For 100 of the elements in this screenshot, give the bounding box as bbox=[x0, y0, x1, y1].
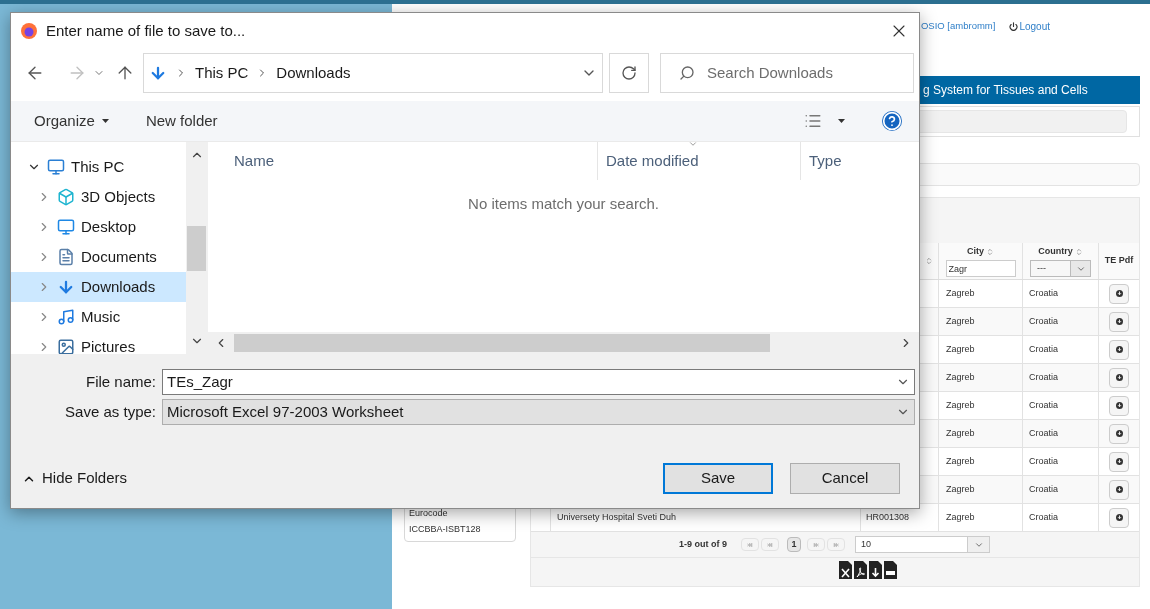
dialog-button[interactable]: Save bbox=[663, 463, 773, 494]
folder-tree-item[interactable]: Desktop bbox=[11, 212, 186, 242]
hide-folders-button[interactable]: Hide Folders bbox=[22, 467, 128, 490]
document-icon bbox=[57, 248, 75, 266]
pdf-export-icon[interactable] bbox=[854, 561, 867, 579]
table-cell-text: Croatia bbox=[1029, 314, 1058, 328]
column-header[interactable]: Type bbox=[801, 142, 919, 180]
cube-icon bbox=[57, 188, 75, 206]
picture-icon bbox=[57, 338, 75, 354]
table-cell-text: Croatia bbox=[1029, 510, 1058, 524]
folder-tree-item[interactable]: Downloads bbox=[11, 272, 186, 302]
folder-label: Music bbox=[81, 306, 121, 327]
folder-tree-item[interactable]: Music bbox=[11, 302, 186, 332]
folder-tree-item[interactable]: 3D Objects bbox=[11, 182, 186, 212]
last-page-icon bbox=[833, 542, 839, 547]
desktop-icon bbox=[57, 218, 75, 236]
download-circle-icon bbox=[1115, 290, 1123, 297]
table-cell-text: Croatia bbox=[1029, 398, 1058, 412]
organize-button[interactable]: Organize bbox=[34, 109, 109, 133]
vertical-scrollbar[interactable] bbox=[186, 142, 208, 354]
table-cell-text: Croatia bbox=[1029, 370, 1058, 384]
download-circle-icon bbox=[1115, 374, 1123, 381]
table-cell-text: Croatia bbox=[1029, 482, 1058, 496]
user-link[interactable]: OSIO [ambromm] bbox=[920, 19, 996, 34]
column-header[interactable]: Date modified bbox=[598, 142, 801, 180]
pagination-summary: 1-9 out of 9 bbox=[679, 537, 727, 551]
city-filter-field[interactable]: Zagr bbox=[945, 260, 1016, 278]
power-icon bbox=[1009, 22, 1019, 31]
help-icon[interactable] bbox=[882, 111, 902, 131]
breadcrumb-item[interactable]: Downloads bbox=[276, 61, 351, 85]
table-cell-text: Zagreb bbox=[946, 482, 975, 496]
sort-icon bbox=[986, 247, 994, 256]
download-export-icon[interactable] bbox=[869, 561, 882, 579]
folder-tree-item[interactable]: Pictures bbox=[11, 332, 186, 354]
caret-icon bbox=[101, 119, 109, 123]
caret-icon[interactable] bbox=[838, 119, 845, 123]
csv-export-icon[interactable] bbox=[884, 561, 897, 579]
folder-label: Desktop bbox=[81, 216, 137, 237]
download-circle-icon bbox=[1115, 318, 1123, 325]
table-cell-text: Universety Hospital Sveti Duh bbox=[557, 510, 677, 524]
pdf-download-button[interactable] bbox=[1109, 283, 1129, 304]
pdf-download-button[interactable] bbox=[1109, 395, 1129, 416]
pdf-download-button[interactable] bbox=[1109, 311, 1129, 332]
new-folder-button[interactable]: New folder bbox=[145, 109, 218, 133]
logout-link[interactable]: Logout bbox=[1009, 19, 1050, 34]
table-cell-text: Zagreb bbox=[946, 398, 975, 412]
table-cell-text: Zagreb bbox=[946, 370, 975, 384]
scrollbar-thumb[interactable] bbox=[187, 226, 206, 271]
empty-message: No items match your search. bbox=[468, 194, 659, 214]
column-header[interactable]: City bbox=[967, 244, 994, 259]
pdf-download-button[interactable] bbox=[1109, 479, 1129, 500]
table-cell-text: Croatia bbox=[1029, 426, 1058, 440]
column-header: TE Pdf bbox=[1104, 254, 1134, 268]
folder-tree-item[interactable]: This PC bbox=[11, 152, 186, 182]
dialog-title: Enter name of file to save to... bbox=[46, 20, 247, 41]
pdf-download-button[interactable] bbox=[1109, 507, 1129, 528]
next-page-icon bbox=[813, 542, 819, 547]
scrollbar-thumb[interactable] bbox=[234, 334, 770, 352]
pdf-download-button[interactable] bbox=[1109, 367, 1129, 388]
column-header[interactable]: Country bbox=[1038, 244, 1083, 259]
table-cell-text: Zagreb bbox=[946, 314, 975, 328]
table-cell-text: Croatia bbox=[1029, 286, 1058, 300]
music-note-icon bbox=[57, 308, 75, 326]
folder-label: Pictures bbox=[81, 336, 136, 354]
pdf-download-button[interactable] bbox=[1109, 339, 1129, 360]
folder-label: This PC bbox=[71, 156, 125, 177]
page-button[interactable]: 1 bbox=[787, 537, 801, 552]
download-circle-icon bbox=[1115, 486, 1123, 493]
country-filter-dropdown[interactable]: --- bbox=[1030, 260, 1091, 278]
column-header[interactable]: Name bbox=[208, 142, 598, 180]
file-type-dropdown[interactable]: Microsoft Excel 97-2003 Worksheet bbox=[162, 399, 915, 425]
view-options-icon[interactable] bbox=[804, 112, 822, 130]
table-cell-text: Zagreb bbox=[946, 454, 975, 468]
refresh-button[interactable] bbox=[609, 53, 649, 93]
search-field[interactable]: Search Downloads bbox=[660, 53, 914, 93]
download-circle-icon bbox=[1115, 430, 1123, 437]
download-circle-icon bbox=[1115, 346, 1123, 353]
download-circle-icon bbox=[1115, 402, 1123, 409]
download-circle-icon bbox=[1115, 458, 1123, 465]
folder-tree-item[interactable]: Documents bbox=[11, 242, 186, 272]
search-icon bbox=[679, 65, 695, 81]
field-label: Save as type: bbox=[64, 401, 157, 422]
field-label: File name: bbox=[84, 371, 157, 392]
pdf-download-button[interactable] bbox=[1109, 451, 1129, 472]
code-system-item[interactable]: ICCBBA-ISBT128 bbox=[409, 522, 511, 538]
computer-icon bbox=[47, 158, 65, 176]
breadcrumb-item[interactable]: This PC bbox=[195, 61, 249, 85]
code-system-item[interactable]: Eurocode bbox=[409, 506, 511, 522]
page-size-dropdown[interactable]: 10 bbox=[855, 536, 990, 553]
table-cell-text: HR001308 bbox=[866, 510, 910, 524]
table-cell-text: Zagreb bbox=[946, 426, 975, 440]
table-cell-text: Zagreb bbox=[946, 342, 975, 356]
folder-label: Documents bbox=[81, 246, 157, 267]
pdf-download-button[interactable] bbox=[1109, 423, 1129, 444]
refresh-icon bbox=[621, 65, 637, 81]
excel-export-icon[interactable] bbox=[839, 561, 852, 579]
dialog-button[interactable]: Cancel bbox=[790, 463, 900, 494]
address-bar[interactable]: This PC Downloads bbox=[143, 53, 603, 93]
horizontal-scrollbar[interactable] bbox=[208, 332, 919, 354]
folder-label: Downloads bbox=[81, 276, 156, 297]
